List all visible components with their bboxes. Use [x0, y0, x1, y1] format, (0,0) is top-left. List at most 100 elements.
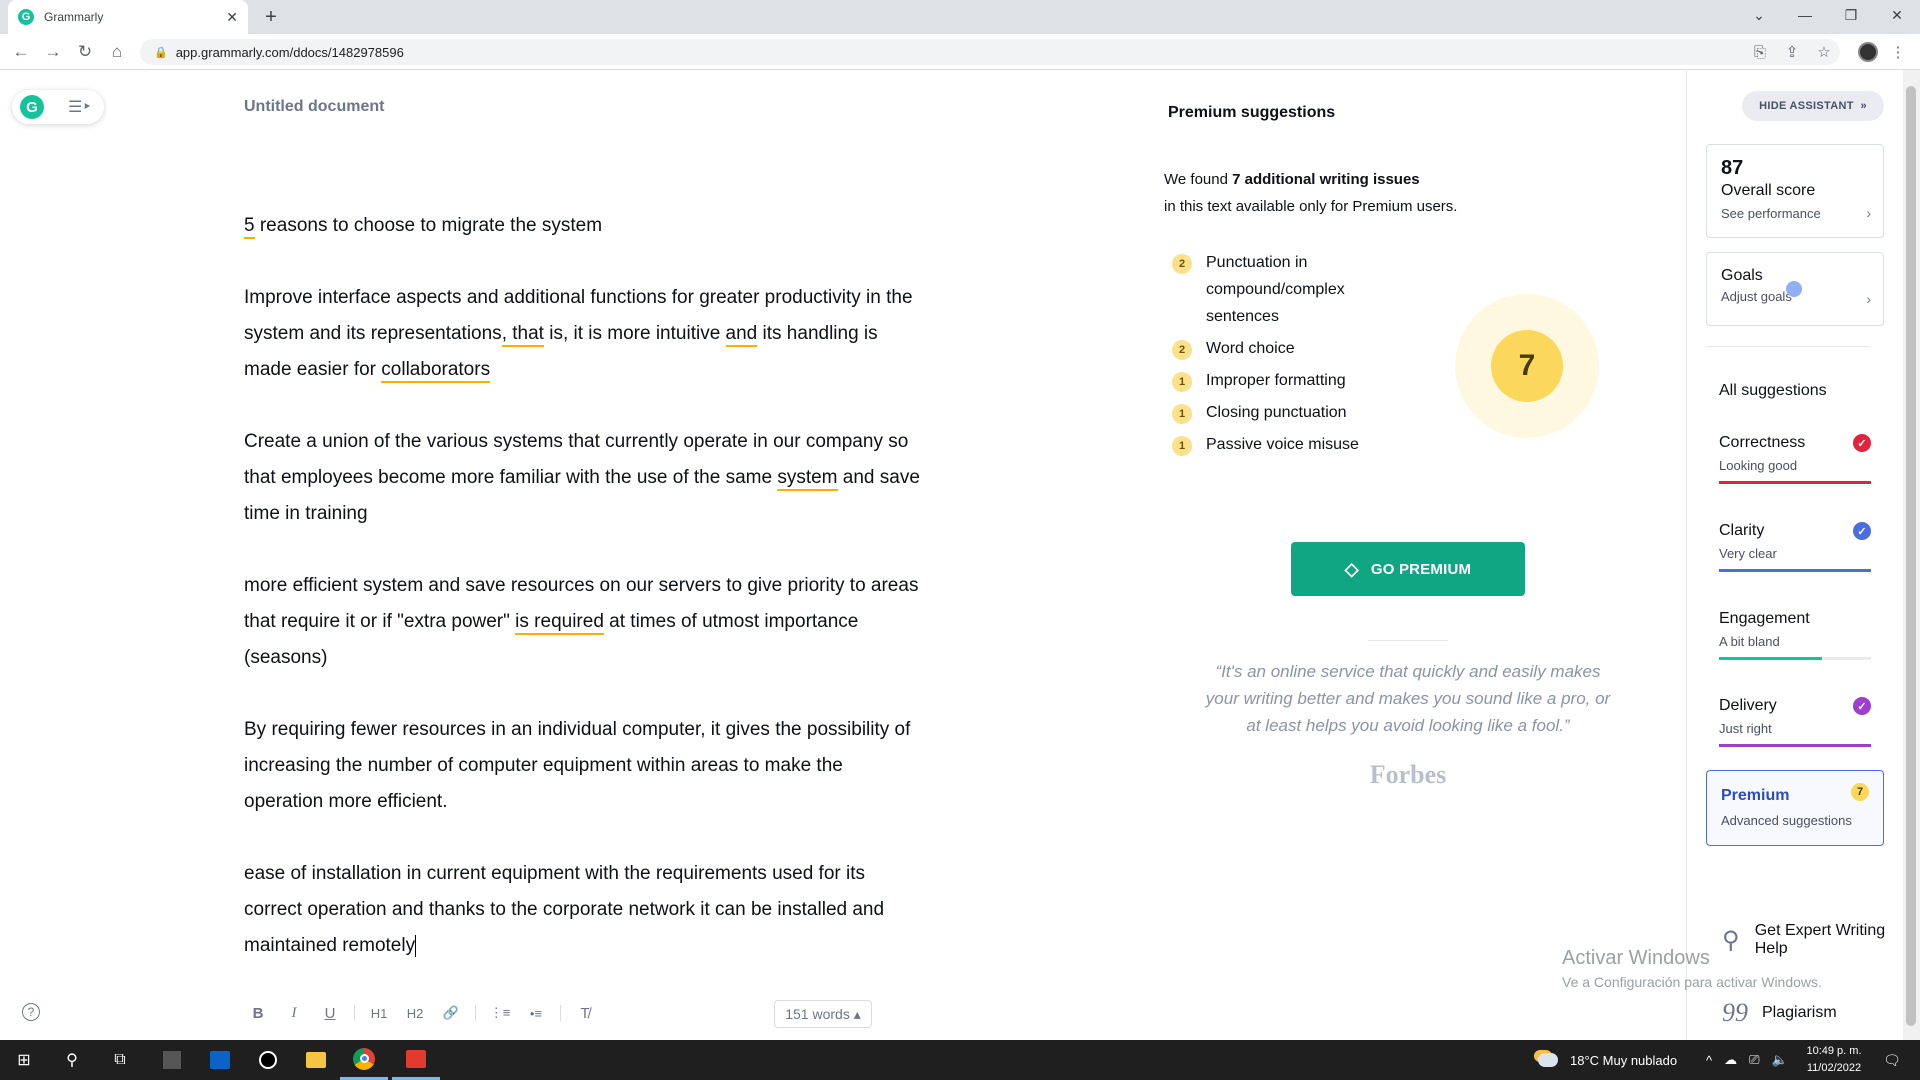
reload-icon[interactable]: ↻ — [70, 36, 100, 68]
help-icon[interactable]: ? — [22, 1003, 40, 1021]
forward-icon[interactable]: → — [38, 36, 68, 68]
all-suggestions-link[interactable]: All suggestions — [1719, 382, 1827, 400]
paragraph: By requiring fewer resources in an indiv… — [244, 719, 911, 812]
file-explorer-icon[interactable] — [292, 1040, 340, 1080]
profile-avatar[interactable] — [1858, 42, 1878, 62]
editor-taskbar-icon[interactable] — [392, 1040, 440, 1080]
address-bar[interactable]: 🔒 app.grammarly.com/ddocs/1482978596 — [140, 39, 1840, 65]
browser-tab[interactable]: G Grammarly ✕ — [8, 0, 248, 34]
search-icon[interactable]: ⚲ — [48, 1040, 96, 1080]
minimize-icon[interactable]: — — [1782, 0, 1828, 30]
heading1-button[interactable]: H1 — [361, 1000, 397, 1026]
toolbar-divider — [560, 1005, 561, 1021]
list-item: 2 Punctuation in compound/complex sentenc… — [1172, 253, 1412, 330]
divider — [1706, 346, 1870, 347]
taskbar-app-icon[interactable] — [148, 1040, 196, 1080]
chevron-right-icon: › — [1866, 291, 1871, 307]
premium-card[interactable]: Premium Advanced suggestions 7 — [1706, 770, 1884, 846]
new-tab-button[interactable]: + — [258, 4, 284, 30]
issue-count-badge: 2 — [1172, 254, 1192, 274]
chevron-up-icon[interactable]: ^ — [1706, 1053, 1712, 1068]
taskbar-clock[interactable]: 10:49 p. m. 11/02/2022 — [1794, 1043, 1874, 1077]
tab-search-icon[interactable]: ⌄ — [1736, 0, 1782, 30]
scrollbar-thumb[interactable] — [1906, 86, 1916, 1026]
paragraph: ease of installation in current equipmen… — [244, 863, 885, 957]
plagiarism-button[interactable]: 99 Plagiarism — [1722, 998, 1837, 1028]
onedrive-cloud-icon[interactable]: ☁ — [1724, 1052, 1737, 1068]
chrome-taskbar-icon[interactable] — [340, 1040, 388, 1080]
category-correctness[interactable]: Correctness Looking good ✓ — [1719, 434, 1871, 484]
list-item: 1 Closing punctuation — [1172, 403, 1412, 426]
paragraph: Improve interface aspects and additional… — [244, 280, 924, 388]
network-icon[interactable]: ⎚ — [1749, 1052, 1759, 1068]
back-icon[interactable]: ← — [6, 36, 36, 68]
overall-score-card[interactable]: 87 Overall score See performance › — [1706, 144, 1884, 238]
home-icon[interactable]: ⌂ — [102, 36, 132, 68]
start-menu-icon[interactable]: ⊞ — [0, 1040, 48, 1080]
close-window-icon[interactable]: ✕ — [1874, 0, 1920, 30]
translate-icon[interactable]: ⎘ — [1748, 40, 1772, 64]
see-performance-link[interactable]: See performance — [1721, 206, 1869, 221]
category-clarity[interactable]: Clarity Very clear ✓ — [1719, 522, 1871, 572]
store-icon[interactable] — [196, 1040, 244, 1080]
premium-issue-list: 2 Punctuation in compound/complex sentenc… — [1172, 253, 1412, 467]
bookmark-star-icon[interactable]: ☆ — [1812, 40, 1836, 64]
overall-score-value: 87 — [1721, 157, 1744, 179]
grammarly-logo-icon: G — [20, 95, 44, 119]
divider — [1368, 640, 1448, 641]
diamond-icon: ◇ — [1344, 558, 1359, 579]
restore-icon[interactable]: ❐ — [1828, 0, 1874, 30]
expert-writing-help-button[interactable]: ⚲ Get Expert Writing Help — [1722, 922, 1892, 958]
issue-count-badge: 1 — [1172, 372, 1192, 392]
tab-title: Grammarly — [44, 10, 104, 24]
close-tab-icon[interactable]: ✕ — [226, 9, 238, 26]
category-progress-bar — [1719, 744, 1871, 747]
paragraph: more efficient system and save resources… — [244, 575, 919, 668]
hamburger-menu-icon: ☰‣ — [68, 99, 92, 116]
task-view-icon[interactable]: ⧉ — [96, 1040, 144, 1080]
bold-button[interactable]: B — [240, 1000, 276, 1026]
suggestion-underline[interactable]: and — [725, 323, 758, 347]
document-editor[interactable]: 5 reasons to choose to migrate the syste… — [244, 208, 924, 964]
heading2-button[interactable]: H2 — [397, 1000, 433, 1026]
suggestion-underline[interactable]: 5 — [244, 215, 255, 239]
bullet-list-icon[interactable]: •≡ — [518, 1000, 554, 1026]
format-toolbar: B I U H1 H2 🔗 ⋮≡ •≡ T̸ — [240, 1000, 603, 1026]
premium-label: Premium — [1721, 787, 1790, 804]
go-premium-button[interactable]: ◇ GO PREMIUM — [1291, 542, 1525, 596]
category-progress-bar — [1719, 481, 1871, 484]
premium-intro-text: We found 7 additional writing issues in … — [1164, 171, 1458, 215]
tab-strip — [0, 0, 1920, 34]
notification-icon[interactable]: 🗨 — [1880, 1048, 1904, 1072]
word-count-button[interactable]: 151 words ▴ — [774, 1000, 872, 1028]
toolbar-divider — [354, 1005, 355, 1021]
underline-button[interactable]: U — [312, 1000, 348, 1026]
italic-button[interactable]: I — [276, 1000, 312, 1026]
url-text: app.grammarly.com/ddocs/1482978596 — [175, 44, 404, 60]
share-icon[interactable]: ⇪ — [1780, 40, 1804, 64]
weather-widget[interactable]: 18°C Muy nublado — [1538, 1040, 1677, 1080]
premium-suggestions-heading: Premium suggestions — [1168, 104, 1336, 121]
suggestion-underline[interactable]: system — [777, 467, 838, 491]
grammarly-menu-button[interactable]: G ☰‣ — [12, 90, 104, 124]
lock-icon: 🔒 — [154, 46, 168, 59]
hide-assistant-button[interactable]: HIDE ASSISTANT » — [1742, 91, 1884, 121]
browser-menu-icon[interactable]: ⋮ — [1886, 40, 1910, 64]
suggestion-underline[interactable]: , that — [501, 323, 544, 347]
ordered-list-icon[interactable]: ⋮≡ — [482, 1000, 518, 1026]
testimonial-quote: “It's an online service that quickly and… — [1205, 662, 1611, 735]
link-icon[interactable]: 🔗 — [433, 1000, 469, 1026]
category-delivery[interactable]: Delivery Just right ✓ — [1719, 697, 1871, 747]
category-engagement[interactable]: Engagement A bit bland — [1719, 610, 1871, 660]
clear-format-icon[interactable]: T̸ — [567, 1000, 603, 1026]
volume-icon[interactable]: 🔈 — [1772, 1052, 1788, 1068]
chevron-right-icon: › — [1866, 205, 1871, 221]
suggestion-underline[interactable]: collaborators — [381, 359, 491, 383]
quote-marks-icon: 99 — [1722, 998, 1748, 1027]
paragraph: Create a union of the various systems th… — [244, 431, 920, 524]
suggestion-underline[interactable]: is required — [515, 611, 604, 635]
camera-app-icon[interactable] — [244, 1040, 292, 1080]
list-item: 1 Improper formatting — [1172, 371, 1412, 394]
document-title[interactable]: Untitled document — [244, 98, 384, 116]
forbes-logo: Forbes — [1369, 760, 1447, 789]
